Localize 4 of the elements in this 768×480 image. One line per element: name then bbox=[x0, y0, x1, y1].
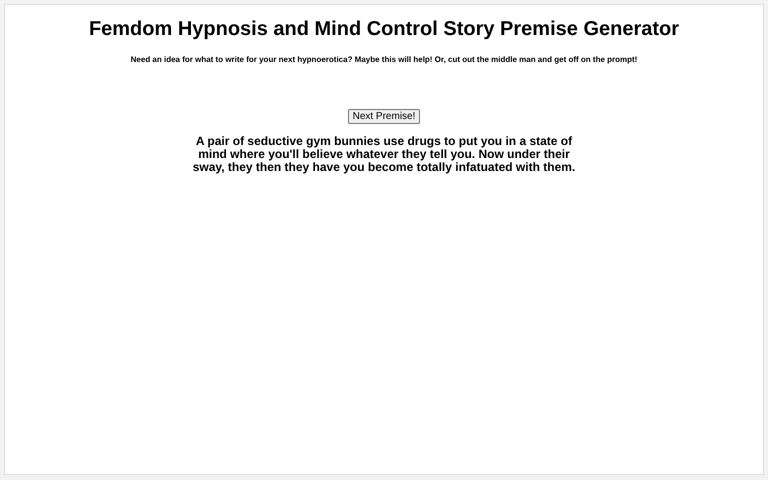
next-premise-button[interactable]: Next Premise! bbox=[348, 109, 420, 124]
subtitle-text: Need an idea for what to write for your next hypnoerotica? Maybe this will help! Or, cut out the middle man and get off on the prompt! bbox=[130, 55, 638, 64]
premise-text: A pair of seductive gym bunnies use drugs to put you in a state of mind where you'll believe whatever they tell you. Now under their sway, they then they have you become totally infatuated with them. bbox=[192, 135, 576, 174]
page-title: Femdom Hypnosis and Mind Control Story Premise Generator bbox=[88, 18, 680, 41]
